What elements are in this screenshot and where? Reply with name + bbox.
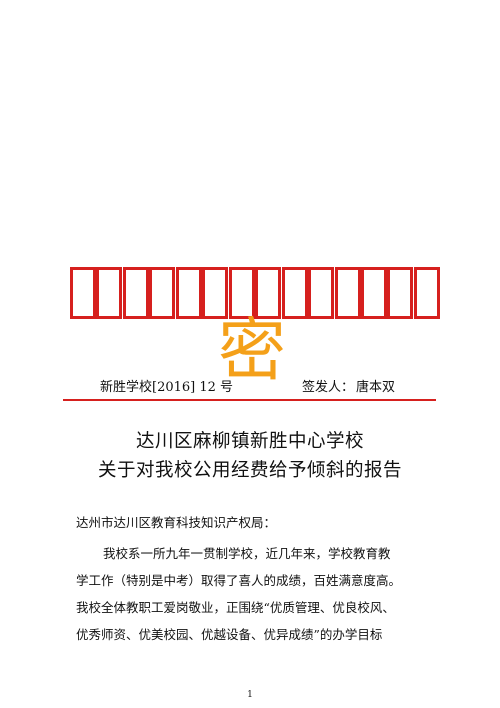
- missing-glyph-box: [308, 267, 335, 319]
- issuer-label: 签发人：: [302, 380, 355, 395]
- missing-glyph-box: [360, 267, 387, 319]
- issuer-line: 签发人： 唐本双: [302, 376, 395, 395]
- missing-glyph-box: [70, 267, 96, 319]
- missing-glyph-box: [413, 267, 440, 319]
- missing-glyph-box: [96, 267, 123, 319]
- document-number: 新胜学校[2016] 12 号: [100, 380, 234, 395]
- page-number: 1: [247, 690, 253, 700]
- addressee: 达州市达川区教育科技知识产权局：: [76, 515, 277, 530]
- red-divider-line: [63, 399, 436, 401]
- body-line: 学工作（特别是中考）取得了喜人的成绩，百姓满意度高。: [76, 573, 402, 588]
- body-line: 优秀师资、优美校园、优越设备、优异成绩”的办学目标: [76, 627, 383, 642]
- missing-glyph-box: [122, 267, 149, 319]
- missing-glyph-box: [175, 267, 202, 319]
- report-title-line-2: 关于对我校公用经费给予倾斜的报告: [97, 460, 402, 481]
- issuer-name: 唐本双: [356, 380, 396, 395]
- report-title-line-1: 达川区麻柳镇新胜中心学校: [135, 431, 364, 452]
- missing-glyph-box: [334, 267, 361, 319]
- missing-glyph-box: [387, 267, 414, 319]
- document-page: 密 新胜学校[2016] 12 号 签发人： 唐本双 达川区麻柳镇新胜中心学校 关…: [0, 0, 500, 708]
- body-line: 我校系一所九年一贯制学校，近几年来，学校教育教: [103, 546, 391, 561]
- body-line: 我校全体教职工爱岗敬业，正围绕“优质管理、优良校风、: [76, 600, 395, 615]
- missing-glyph-box: [149, 267, 176, 319]
